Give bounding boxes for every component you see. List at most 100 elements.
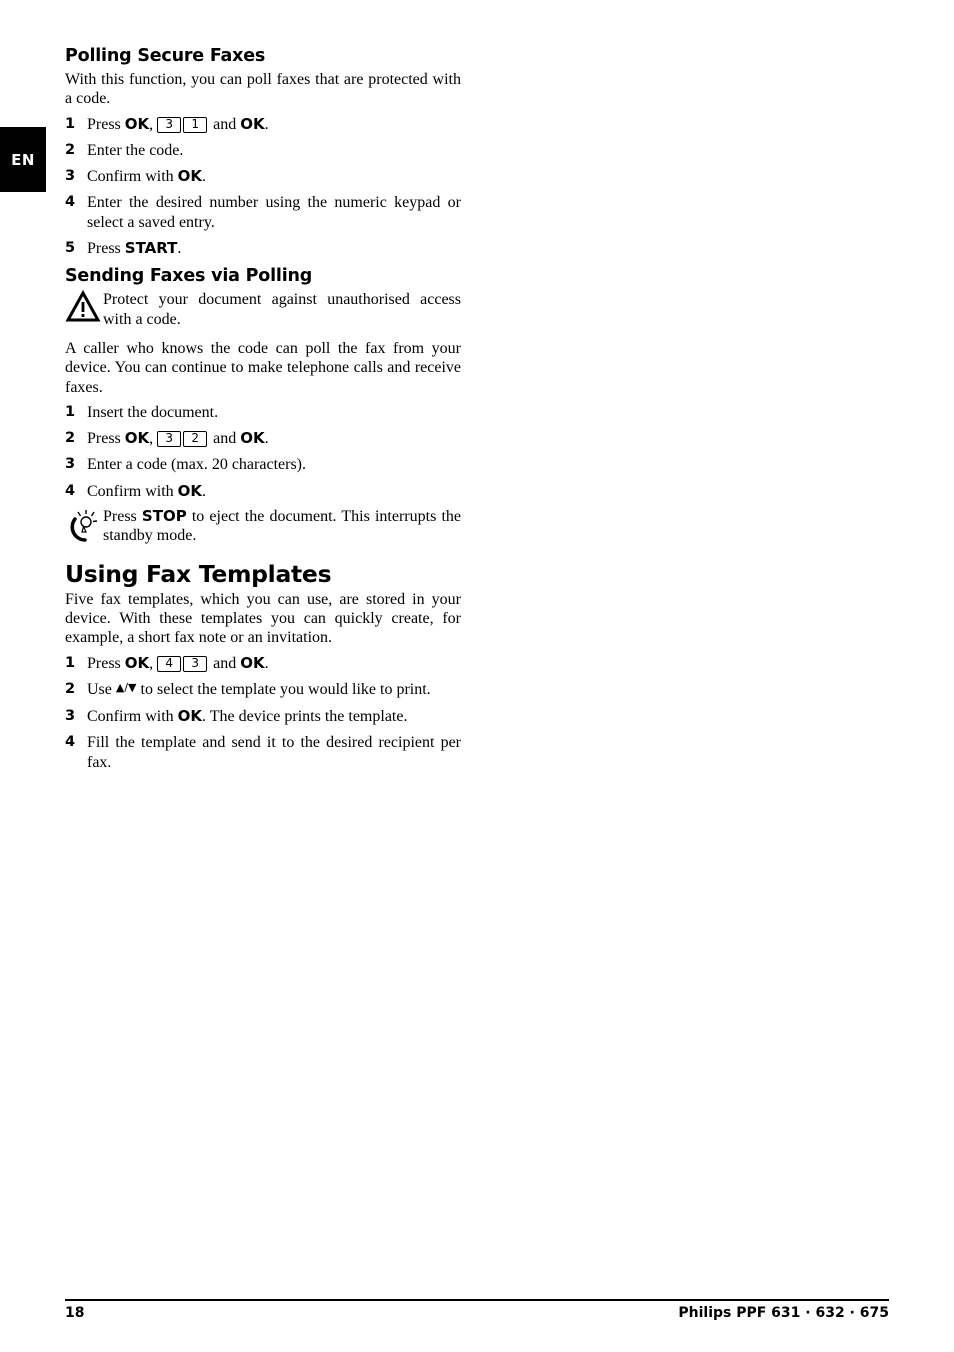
step-text-part: Press bbox=[87, 240, 125, 258]
keypad-key: 3 bbox=[157, 116, 182, 133]
step-text: Enter the desired number using the numer… bbox=[87, 194, 461, 231]
step-text: Press OK, 32 and OK. bbox=[87, 429, 461, 448]
section-body: A caller who knows the code can poll the… bbox=[65, 339, 461, 396]
step-list: 1 Press OK, 31 and OK. 2 Enter the code.… bbox=[65, 115, 461, 259]
step-text-part: , bbox=[149, 115, 158, 133]
step-item: 2 Press OK, 32 and OK. bbox=[65, 429, 461, 448]
step-number: 2 bbox=[65, 680, 76, 697]
up-down-arrow-icon: ▲/▼ bbox=[115, 680, 137, 694]
step-text-part: . bbox=[202, 168, 207, 186]
content-column: Polling Secure Faxes With this function,… bbox=[65, 44, 461, 772]
step-text: Press OK, 31 and OK. bbox=[87, 115, 461, 134]
step-text-part: . bbox=[202, 482, 207, 500]
step-item: 3 Confirm with OK. bbox=[65, 167, 461, 186]
ok-key-label: OK bbox=[240, 114, 265, 133]
ok-key-label: OK bbox=[240, 653, 265, 672]
ok-key-label: OK bbox=[124, 653, 150, 672]
keypad-key: 3 bbox=[157, 431, 182, 448]
step-item: 1 Insert the document. bbox=[65, 403, 461, 422]
step-item: 4 Fill the template and send it to the d… bbox=[65, 733, 461, 772]
step-number: 4 bbox=[65, 482, 76, 499]
language-tab: EN bbox=[0, 127, 46, 192]
step-number: 1 bbox=[65, 654, 76, 671]
step-number: 4 bbox=[65, 194, 76, 211]
step-number: 5 bbox=[65, 240, 76, 257]
step-text-part: . bbox=[177, 240, 182, 258]
manual-page: EN Polling Secure Faxes With this functi… bbox=[0, 0, 954, 1352]
lightbulb-tip-icon bbox=[65, 507, 103, 545]
step-text-part: . The device prints the template. bbox=[202, 708, 408, 726]
step-text-part: . bbox=[264, 115, 269, 133]
step-text-part: Confirm with bbox=[87, 482, 178, 500]
section-intro: Five fax templates, which you can use, a… bbox=[65, 590, 461, 647]
ok-key-label: OK bbox=[177, 707, 203, 726]
step-item: 5 Press START. bbox=[65, 239, 461, 258]
step-text-part: Confirm with bbox=[87, 168, 178, 186]
keypad-key: 4 bbox=[157, 655, 182, 672]
warning-text: Protect your document against unauthoris… bbox=[103, 291, 461, 328]
chapter-heading: Using Fax Templates bbox=[65, 559, 332, 588]
section-heading: Polling Secure Faxes bbox=[65, 46, 266, 66]
warning-note: Protect your document against unauthoris… bbox=[65, 290, 461, 329]
ok-key-label: OK bbox=[124, 429, 150, 448]
tip-note: Press STOP to eject the document. This i… bbox=[65, 507, 461, 546]
step-number: 1 bbox=[65, 115, 76, 132]
step-text-part: and bbox=[209, 430, 241, 448]
step-list: 1 Insert the document. 2 Press OK, 32 an… bbox=[65, 403, 461, 501]
step-text-part: Press bbox=[87, 430, 125, 448]
start-key-label: START bbox=[124, 239, 178, 258]
ok-key-label: OK bbox=[177, 167, 203, 186]
section-using-fax-templates: Using Fax Templates Five fax templates, … bbox=[65, 559, 461, 772]
section-heading: Sending Faxes via Polling bbox=[65, 266, 313, 287]
keypad-key: 1 bbox=[183, 116, 208, 133]
step-item: 1 Press OK, 31 and OK. bbox=[65, 115, 461, 134]
step-text-part: and bbox=[209, 654, 241, 672]
step-item: 2 Enter the code. bbox=[65, 141, 461, 160]
section-polling-secure-faxes: Polling Secure Faxes With this function,… bbox=[65, 44, 461, 258]
ok-key-label: OK bbox=[124, 114, 150, 133]
tip-text: Press STOP to eject the document. This i… bbox=[103, 507, 461, 546]
step-text-part: . bbox=[264, 430, 269, 448]
step-item: 4 Confirm with OK. bbox=[65, 482, 461, 501]
stop-key-label: STOP bbox=[141, 507, 187, 526]
step-text-part: , bbox=[149, 430, 158, 448]
step-number: 3 bbox=[65, 168, 76, 185]
ok-key-label: OK bbox=[177, 481, 203, 500]
page-number: 18 bbox=[65, 1305, 85, 1321]
tip-text-part: Press bbox=[103, 508, 142, 526]
step-number: 2 bbox=[65, 430, 76, 447]
keypad-key: 3 bbox=[183, 655, 208, 672]
ok-key-label: OK bbox=[240, 429, 265, 448]
section-sending-faxes-via-polling: Sending Faxes via Polling Protect your d… bbox=[65, 264, 461, 545]
step-item: 3 Confirm with OK. The device prints the… bbox=[65, 707, 461, 726]
step-text: Press START. bbox=[87, 239, 461, 258]
step-text: Use ▲/▼ to select the template you would… bbox=[87, 680, 461, 700]
warning-triangle-icon bbox=[65, 290, 103, 328]
step-number: 4 bbox=[65, 734, 76, 751]
section-intro: With this function, you can poll faxes t… bbox=[65, 71, 461, 108]
step-text-part: . bbox=[264, 654, 269, 672]
step-text: Enter a code (max. 20 characters). bbox=[87, 456, 306, 474]
step-text-part: and bbox=[209, 115, 241, 133]
step-text: Confirm with OK. The device prints the t… bbox=[87, 707, 461, 726]
step-text-part: Confirm with bbox=[87, 708, 178, 726]
step-list: 1 Press OK, 43 and OK. 2 Use ▲/▼ to sele… bbox=[65, 654, 461, 772]
step-item: 3 Enter a code (max. 20 characters). bbox=[65, 455, 461, 474]
step-text: Fill the template and send it to the des… bbox=[87, 734, 461, 771]
step-text-part: , bbox=[149, 654, 158, 672]
step-number: 1 bbox=[65, 403, 76, 420]
footer-rule bbox=[65, 1299, 889, 1301]
step-text: Confirm with OK. bbox=[87, 167, 461, 186]
product-name: Philips PPF 631 · 632 · 675 bbox=[678, 1305, 889, 1321]
step-text: Enter the code. bbox=[87, 141, 184, 159]
step-text-part: Use bbox=[87, 680, 116, 698]
step-text: Confirm with OK. bbox=[87, 482, 461, 501]
language-tab-label: EN bbox=[11, 150, 35, 169]
step-item: 1 Press OK, 43 and OK. bbox=[65, 654, 461, 673]
step-number: 2 bbox=[65, 141, 76, 158]
step-text: Press OK, 43 and OK. bbox=[87, 654, 461, 673]
step-text-part: Press bbox=[87, 115, 125, 133]
keypad-key: 2 bbox=[183, 431, 208, 448]
step-text-part: to select the template you would like to… bbox=[136, 680, 431, 698]
step-number: 3 bbox=[65, 708, 76, 725]
